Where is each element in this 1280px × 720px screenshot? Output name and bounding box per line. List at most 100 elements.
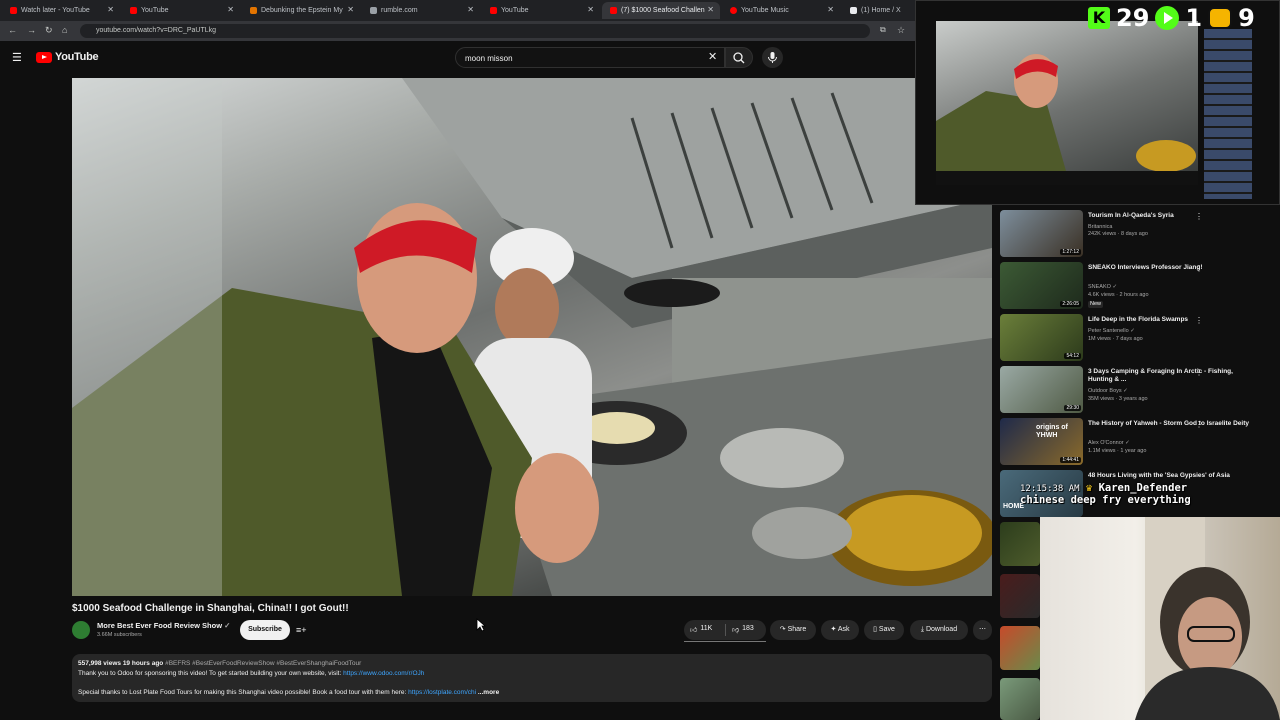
video-thumbnail[interactable]: origins of YHWH 1:44:41 [1000,418,1083,465]
more-vertical-icon[interactable]: ⋮ [1195,420,1203,429]
search-input[interactable]: moon misson [455,47,725,68]
ask-button[interactable]: ✦ Ask [821,620,859,640]
x-favicon-icon [850,7,857,14]
description-link[interactable]: https://www.odoo.com/r/OJh [343,670,424,677]
address-bar[interactable]: youtube.com/watch?v=DRC_PaUTLkg [80,24,870,38]
bookmark-star-icon[interactable]: ☆ [897,25,905,36]
browser-tab[interactable]: YouTube Music ✕ [722,2,840,19]
video-thumbnail[interactable]: 2:26:05 [1000,262,1083,309]
browser-tab[interactable]: rumble.com ✕ [362,2,480,19]
crown-icon: ♛ [1085,482,1093,494]
recommended-channel[interactable]: SNEAKO ✓ [1088,284,1117,291]
recommended-meta: 242K views · 8 days ago [1088,231,1148,237]
more-vertical-icon[interactable]: ⋮ [1195,368,1203,377]
search-button[interactable] [725,47,753,68]
video-thumbnail[interactable]: 1:27:12 [1000,210,1083,257]
home-icon[interactable]: ⌂ [62,25,67,35]
close-tab-icon[interactable]: ✕ [107,5,114,14]
browser-tab[interactable]: YouTube ✕ [482,2,600,19]
forward-icon[interactable]: → [27,25,36,35]
subscribe-button[interactable]: Subscribe [240,620,290,640]
duration-badge: 54:12 [1064,353,1081,359]
video-player[interactable] [72,78,992,596]
recommended-meta: 4.6K views · 2 hours ago [1088,292,1149,298]
video-thumbnail[interactable]: 54:12 [1000,314,1083,361]
recommended-video[interactable]: 2:26:05 SNEAKO Interviews Professor Jian… [1000,262,1270,312]
youtube-favicon-icon [130,7,137,14]
search-icon [733,52,745,64]
verified-icon: ✓ [224,621,231,630]
recommended-channel[interactable]: Peter Santenello ✓ [1088,328,1135,335]
verified-icon: ✓ [1123,388,1128,394]
description-link[interactable]: https://lostplate.com/chi [408,689,476,696]
share-button[interactable]: ↷ Share [770,620,816,640]
close-tab-icon[interactable]: ✕ [227,5,234,14]
recommended-title[interactable]: 48 Hours Living with the 'Sea Gypsies' o… [1088,472,1258,480]
video-thumbnail[interactable] [1000,678,1040,720]
browser-tab[interactable]: YouTube ✕ [122,2,240,19]
close-tab-icon[interactable]: ✕ [827,5,834,14]
preview-video-frame [936,21,1198,172]
verified-icon: ✓ [1125,440,1130,446]
recommended-title[interactable]: Life Deep in the Florida Swamps [1088,316,1258,324]
reload-icon[interactable]: ↻ [45,25,53,36]
thumbnail-caption: origins of YHWH [1036,424,1068,439]
video-stats-line: 557,998 views 19 hours ago #BEFRS #BestE… [78,660,362,667]
download-button[interactable]: ⤓ Download [910,620,968,640]
video-thumbnail[interactable] [1000,574,1040,618]
youtube-logo-icon [36,51,52,63]
recommended-channel[interactable]: Outdoor Boys ✓ [1088,388,1128,395]
browser-tab[interactable]: Watch later - YouTube ✕ [2,2,120,19]
video-title: $1000 Seafood Challenge in Shanghai, Chi… [72,603,349,614]
recommended-video[interactable]: 29:30 3 Days Camping & Foraging In Arcti… [1000,366,1270,416]
thumbs-down-icon: 👎︎ [732,627,740,634]
page-favicon-icon [250,7,257,14]
kick-logo-icon: K [1088,7,1110,29]
channel-name[interactable]: More Best Ever Food Review Show ✓ [97,621,230,630]
back-icon[interactable]: ← [8,25,17,35]
browser-tab-active[interactable]: (7) $1000 Seafood Challen ✕ [602,2,720,19]
youtube-music-favicon-icon [730,7,737,14]
channel-action-row: More Best Ever Food Review Show ✓ 3.66M … [72,620,992,642]
video-thumbnail[interactable] [1000,626,1040,670]
preview-sidebar [1204,29,1252,199]
more-vertical-icon[interactable]: ⋮ [1195,212,1203,221]
youtube-logo[interactable]: YouTube [36,51,99,63]
save-button[interactable]: ▯ Save [864,620,904,640]
video-thumbnail[interactable] [1000,522,1040,566]
recommended-meta: 1M views · 7 days ago [1088,336,1143,342]
microphone-icon [768,52,777,63]
recommended-title[interactable]: SNEAKO Interviews Professor Jiang! [1088,264,1258,272]
dislike-button[interactable]: 👎︎ 183 [732,625,754,634]
recommended-title[interactable]: 3 Days Camping & Foraging In Arctic - Fi… [1088,368,1258,384]
recommended-title[interactable]: Tourism In Al-Qaeda's Syria [1088,212,1258,220]
like-button[interactable]: 👍︎ 11K [690,625,712,634]
more-actions-button[interactable]: ⋯ [973,620,992,640]
clear-search-icon[interactable]: ✕ [708,50,717,63]
close-tab-icon[interactable]: ✕ [587,5,594,14]
sparkle-icon: ✦ [830,626,838,633]
youtube-favicon-icon [610,7,617,14]
recommended-video[interactable]: 1:27:12 Tourism In Al-Qaeda's Syria Brit… [1000,210,1270,260]
voice-search-button[interactable] [762,47,783,68]
close-tab-icon[interactable]: ✕ [707,5,714,14]
description-box[interactable]: 557,998 views 19 hours ago #BEFRS #BestE… [72,654,992,702]
recommended-video[interactable]: origins of YHWH 1:44:41 The History of Y… [1000,418,1270,468]
rumble-logo-icon [1208,7,1233,29]
recommended-title[interactable]: The History of Yahweh - Storm God to Isr… [1088,420,1258,428]
install-app-icon[interactable]: ⧉ [880,25,886,35]
more-vertical-icon[interactable]: ⋮ [1195,316,1203,325]
menu-icon[interactable]: ☰ [12,51,22,64]
browser-tab[interactable]: Debunking the Epstein My ✕ [242,2,360,19]
channel-avatar[interactable] [72,621,90,639]
recommended-channel[interactable]: Alex O'Connor ✓ [1088,440,1130,447]
recommended-channel[interactable]: Britannica [1088,224,1112,231]
recommended-video[interactable]: 54:12 Life Deep in the Florida Swamps Pe… [1000,314,1270,364]
close-tab-icon[interactable]: ✕ [467,5,474,14]
browser-tab[interactable]: (1) Home / X [842,2,917,19]
add-to-playlist-icon[interactable]: ≡+ [296,625,307,635]
close-tab-icon[interactable]: ✕ [347,5,354,14]
video-thumbnail[interactable]: 29:30 [1000,366,1083,413]
more-vertical-icon[interactable]: ⋮ [1195,264,1203,273]
show-more-link[interactable]: ...more [478,689,499,696]
